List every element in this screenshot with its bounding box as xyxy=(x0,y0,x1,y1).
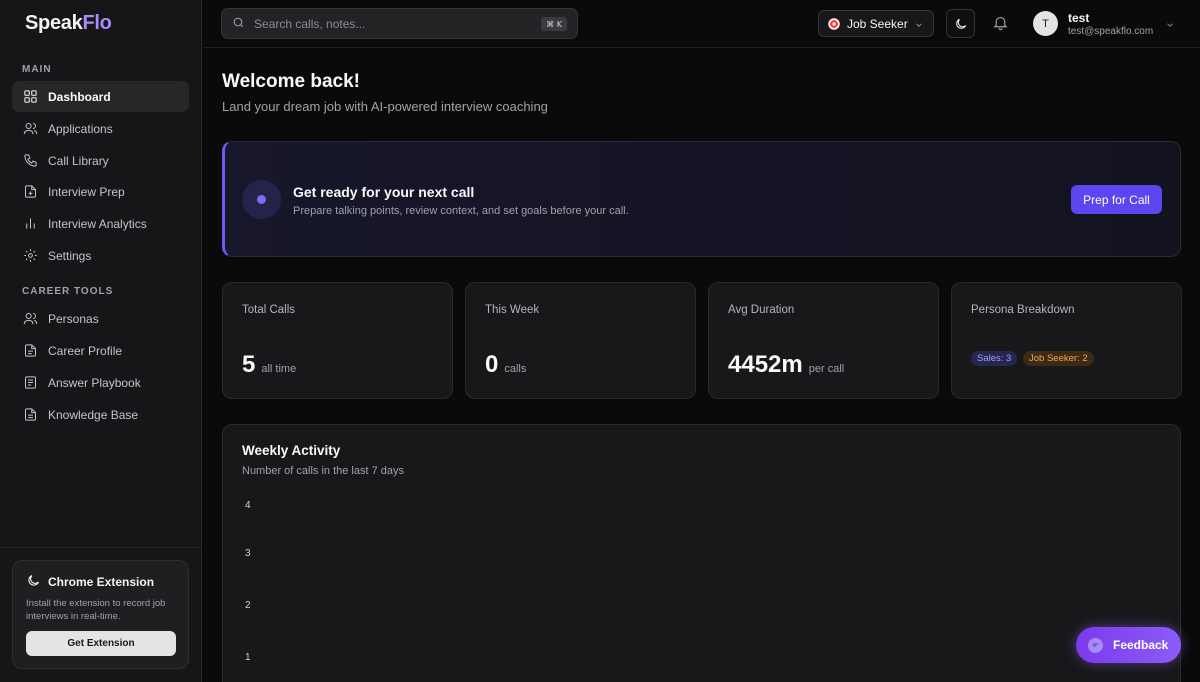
users-icon xyxy=(22,311,38,327)
sidebar-item-settings[interactable]: Settings xyxy=(12,240,189,271)
stat-value: 4452m per call xyxy=(728,351,845,378)
stat-value: 5 all time xyxy=(242,351,297,378)
sidebar-item-personas[interactable]: Personas xyxy=(12,303,189,334)
stat-label: Avg Duration xyxy=(728,304,795,316)
sidebar-item-call-library[interactable]: Call Library xyxy=(12,145,189,176)
sidebar-item-label: Dashboard xyxy=(48,89,111,104)
search-input[interactable]: Search calls, notes... ⌘ K xyxy=(221,8,578,39)
sidebar-item-label: Applications xyxy=(48,121,113,136)
activity-title: Weekly Activity xyxy=(242,443,341,458)
chevron-down-icon[interactable] xyxy=(1165,18,1175,33)
bell-icon xyxy=(992,16,1009,34)
feedback-label: Feedback xyxy=(1113,638,1169,652)
sidebar-item-label: Settings xyxy=(48,248,92,263)
sidebar-item-career-profile[interactable]: Career Profile xyxy=(12,335,189,366)
chevron-down-icon xyxy=(914,19,924,33)
user-name[interactable]: test xyxy=(1068,11,1089,25)
extension-card: Chrome Extension Install the extension t… xyxy=(12,560,189,669)
stat-card-avg-duration: Avg Duration 4452m per call xyxy=(708,282,939,399)
y-tick-label: 2 xyxy=(245,600,251,611)
gear-icon xyxy=(22,248,38,264)
moon-icon xyxy=(954,17,968,31)
message-icon xyxy=(1088,637,1103,653)
sidebar-item-label: Answer Playbook xyxy=(48,375,141,390)
sidebar-item-label: Call Library xyxy=(48,153,109,168)
sidebar: SpeakFlo MAIN Dashboard Applications Cal… xyxy=(0,0,202,682)
persona-badge-sales: Sales: 3 xyxy=(971,351,1018,366)
notifications-button[interactable] xyxy=(992,14,1009,34)
y-tick-label: 1 xyxy=(245,652,251,663)
page-subtitle: Land your dream job with AI-powered inte… xyxy=(222,99,548,114)
stat-card-total-calls: Total Calls 5 all time xyxy=(222,282,453,399)
weekly-activity-card: Weekly Activity Number of calls in the l… xyxy=(222,424,1181,682)
y-tick-label: 3 xyxy=(245,548,251,559)
persona-badge-job-seeker: Job Seeker: 2 xyxy=(1023,351,1094,366)
book-icon xyxy=(22,375,38,391)
banner-description: Prepare talking points, review context, … xyxy=(293,205,629,217)
sidebar-item-knowledge-base[interactable]: Knowledge Base xyxy=(12,399,189,430)
moon-icon xyxy=(26,573,41,591)
stat-card-persona-breakdown: Persona Breakdown Sales: 3 Job Seeker: 2 xyxy=(951,282,1182,399)
sidebar-item-interview-prep[interactable]: Interview Prep xyxy=(12,176,189,207)
sidebar-item-label: Personas xyxy=(48,311,99,326)
search-shortcut: ⌘ K xyxy=(541,17,567,31)
section-label-career-tools: CAREER TOOLS xyxy=(22,286,114,297)
sidebar-divider xyxy=(0,547,202,548)
users-icon xyxy=(22,121,38,137)
target-icon xyxy=(828,17,840,30)
file-icon xyxy=(22,343,38,359)
phone-icon xyxy=(22,153,38,169)
banner-title: Get ready for your next call xyxy=(293,184,475,200)
search-icon xyxy=(232,16,245,32)
extension-description: Install the extension to record job inte… xyxy=(26,598,166,622)
persona-select[interactable]: Job Seeker xyxy=(818,10,934,37)
topbar: Search calls, notes... ⌘ K Job Seeker T … xyxy=(203,0,1200,48)
y-tick-label: 4 xyxy=(245,500,251,511)
sidebar-item-label: Knowledge Base xyxy=(48,407,139,422)
sidebar-item-dashboard[interactable]: Dashboard xyxy=(12,81,189,112)
stat-card-this-week: This Week 0 calls xyxy=(465,282,696,399)
bar-chart-icon xyxy=(22,216,38,232)
app-logo[interactable]: SpeakFlo xyxy=(25,12,112,35)
prep-for-call-button[interactable]: Prep for Call xyxy=(1071,185,1162,214)
sidebar-item-label: Interview Analytics xyxy=(48,216,147,231)
page-title: Welcome back! xyxy=(222,71,360,92)
extension-title: Chrome Extension xyxy=(48,575,155,589)
avatar[interactable]: T xyxy=(1033,11,1058,36)
sidebar-item-interview-analytics[interactable]: Interview Analytics xyxy=(12,208,189,239)
sidebar-item-label: Career Profile xyxy=(48,343,123,358)
theme-toggle-button[interactable] xyxy=(946,9,975,38)
user-email: test@speakflo.com xyxy=(1068,26,1154,37)
next-call-banner: Get ready for your next call Prepare tal… xyxy=(222,141,1181,257)
file-plus-icon xyxy=(22,184,38,200)
stat-label: This Week xyxy=(485,304,540,316)
persona-select-value: Job Seeker xyxy=(847,16,908,31)
section-label-main: MAIN xyxy=(22,64,52,75)
sidebar-item-applications[interactable]: Applications xyxy=(12,113,189,144)
stat-label: Total Calls xyxy=(242,304,296,316)
grid-icon xyxy=(22,89,38,105)
get-extension-button[interactable]: Get Extension xyxy=(26,631,176,656)
sidebar-item-answer-playbook[interactable]: Answer Playbook xyxy=(12,367,189,398)
search-placeholder: Search calls, notes... xyxy=(254,16,366,31)
activity-subtitle: Number of calls in the last 7 days xyxy=(242,465,405,477)
stat-value: 0 calls xyxy=(485,351,527,378)
stat-label: Persona Breakdown xyxy=(971,304,1075,316)
status-dot-icon xyxy=(242,180,281,219)
feedback-button[interactable]: Feedback xyxy=(1076,627,1181,663)
sidebar-item-label: Interview Prep xyxy=(48,184,125,199)
document-icon xyxy=(22,407,38,423)
